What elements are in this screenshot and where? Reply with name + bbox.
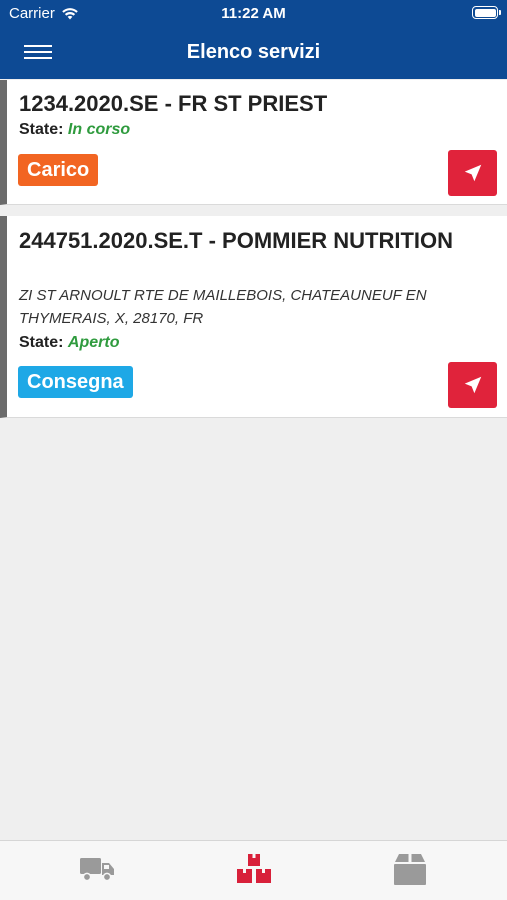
tab-bar xyxy=(0,840,507,900)
service-type-badge: Carico xyxy=(18,154,99,186)
navigation-arrow-icon xyxy=(464,164,481,182)
service-state: State: Aperto xyxy=(19,334,119,352)
page-title: Elenco servizi xyxy=(186,41,321,63)
tab-packages[interactable] xyxy=(380,849,440,889)
service-card[interactable]: 1234.2020.SE - FR ST PRIEST State: In co… xyxy=(0,80,507,205)
state-value: Aperto xyxy=(67,334,120,351)
state-label: State: xyxy=(19,334,64,351)
service-address: ZI ST ARNOULT RTE DE MAILLEBOIS, CHATEAU… xyxy=(19,287,427,327)
service-code: 244751.2020.SE.T - POMMIER NUTRITION xyxy=(19,228,454,253)
tab-trips[interactable] xyxy=(67,849,127,889)
service-state: State: In corso xyxy=(19,121,130,139)
navigate-button[interactable] xyxy=(448,150,497,196)
navigation-arrow-icon xyxy=(464,376,481,394)
service-type-badge: Consegna xyxy=(18,366,133,398)
tab-services[interactable] xyxy=(224,849,284,889)
truck-icon xyxy=(80,858,114,882)
boxes-icon xyxy=(237,854,271,883)
nav-bar: Elenco servizi xyxy=(0,28,507,79)
app-header: Carrier 11:22 AM Elenco servizi xyxy=(0,0,507,79)
navigate-button[interactable] xyxy=(448,362,497,408)
package-icon xyxy=(394,854,426,885)
status-time: 11:22 AM xyxy=(221,5,286,22)
service-card[interactable]: 244751.2020.SE.T - POMMIER NUTRITION ZI … xyxy=(0,216,507,418)
state-label: State: xyxy=(19,121,64,138)
state-value: In corso xyxy=(67,121,131,138)
service-code: 1234.2020.SE - FR ST PRIEST xyxy=(19,91,328,116)
battery-icon xyxy=(472,6,501,19)
status-bar: Carrier 11:22 AM xyxy=(0,0,507,28)
